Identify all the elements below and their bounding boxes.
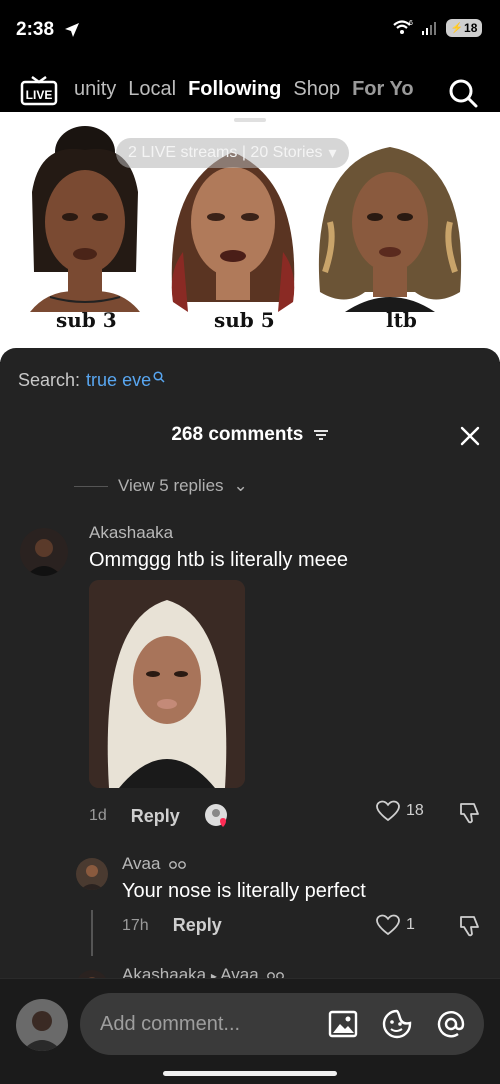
reply-button[interactable]: Reply [173, 915, 222, 936]
chevron-down-icon: ⌄ [233, 476, 248, 495]
location-arrow-icon [65, 23, 79, 37]
reply-username[interactable]: Akashaaka ▸ Avaa [122, 965, 285, 978]
live-streams-pill[interactable]: 2 LIVE streams | 20 Stories ▾ [116, 138, 349, 168]
comments-count: 268 comments [171, 424, 304, 445]
story-label-ltb: ltb [386, 308, 417, 332]
battery-indicator: ⚡ 18 [446, 19, 482, 37]
search-suggestion[interactable]: Search: true eve [18, 370, 165, 391]
reply-meta: 17h Reply [122, 915, 222, 936]
comments-sheet: Search: true eve 268 comments View 5 rep… [0, 348, 500, 978]
creator-liked-avatar-icon [204, 804, 227, 827]
battery-level: 18 [464, 21, 478, 35]
avatar[interactable] [20, 528, 68, 576]
reply-username[interactable]: Avaa [122, 854, 187, 874]
thread-line [91, 910, 93, 956]
view-replies-button[interactable]: View 5 replies ⌄ [74, 476, 248, 496]
like-button[interactable]: 18 [376, 800, 424, 822]
live-label: LIVE [26, 88, 53, 102]
comment-username[interactable]: Akashaaka [89, 523, 173, 543]
story-label-sub3: sub 3 [56, 308, 117, 332]
video-feed[interactable]: sub 3 sub 5 ltb 2 LIVE streams | 20 Stor… [0, 112, 500, 362]
dislike-icon[interactable] [457, 801, 481, 825]
status-time: 2:38 [16, 19, 55, 40]
comment-input-container[interactable] [80, 993, 484, 1055]
like-button[interactable]: 1 [376, 914, 415, 936]
comment-input[interactable] [100, 993, 320, 1055]
reply-arrow-icon: ▸ [210, 969, 221, 978]
reply-username-text: Avaa [122, 854, 161, 873]
comment-text: Ommggg htb is literally meee [89, 549, 348, 571]
friends-icon [267, 971, 285, 978]
comment-time: 1d [89, 807, 107, 824]
charging-bolt-icon: ⚡ [450, 22, 464, 34]
reply-text: Your nose is literally perfect [122, 880, 366, 902]
wifi-icon: 6 [393, 20, 413, 34]
search-icon[interactable] [448, 78, 478, 108]
reply-username-text: Akashaaka [122, 965, 207, 978]
heart-icon [376, 914, 400, 936]
comment-input-bar [0, 978, 500, 1084]
close-icon[interactable] [460, 426, 480, 446]
reply-to-username: Avaa [220, 965, 259, 978]
feed-tabs: unity Local Following Shop For Yo [74, 78, 434, 106]
dislike-icon[interactable] [457, 914, 481, 938]
emoji-sticker-icon[interactable] [382, 1009, 412, 1039]
sort-filter-icon[interactable] [313, 429, 329, 441]
view-replies-label: View 5 replies [118, 476, 224, 495]
comments-header: 268 comments [0, 424, 500, 446]
status-bar: 2:38 6 ⚡ 18 [0, 0, 500, 56]
wifi-badge: 6 [409, 20, 413, 27]
live-pill-label: 2 LIVE streams | 20 Stories [128, 144, 323, 161]
signal-icon [422, 22, 436, 35]
tab-local[interactable]: Local [128, 78, 176, 106]
reply-button[interactable]: Reply [131, 806, 180, 827]
avatar[interactable] [76, 858, 108, 890]
avatar[interactable] [76, 970, 108, 978]
attached-photo-image [89, 580, 245, 788]
search-small-icon [153, 370, 165, 383]
like-count: 1 [406, 916, 415, 933]
friends-icon [169, 860, 187, 869]
my-avatar [16, 999, 68, 1051]
home-indicator[interactable] [163, 1071, 337, 1076]
caret-down-icon: ▾ [328, 145, 337, 162]
comment-attached-photo[interactable] [89, 580, 245, 788]
tab-shop[interactable]: Shop [293, 78, 340, 106]
avatar-image [76, 858, 108, 890]
search-term-link[interactable]: true eve [86, 370, 151, 391]
top-nav: LIVE unity Local Following Shop For Yo [0, 56, 500, 112]
story-label-sub5: sub 5 [214, 308, 275, 332]
tab-for-you[interactable]: For Yo [352, 78, 413, 106]
search-label: Search: [18, 370, 81, 390]
mention-icon[interactable] [436, 1009, 466, 1039]
status-indicators: 6 ⚡ 18 [392, 19, 482, 37]
thread-divider [74, 485, 108, 487]
avatar-image [76, 970, 108, 978]
heart-icon [376, 800, 400, 822]
live-tv-icon[interactable]: LIVE [20, 76, 58, 106]
like-count: 18 [406, 802, 424, 819]
avatar-image [20, 528, 68, 576]
tab-following[interactable]: Following [188, 78, 281, 106]
comment-meta: 1d Reply [89, 803, 230, 829]
image-attach-icon[interactable] [328, 1009, 358, 1039]
reply-time: 17h [122, 916, 149, 934]
tab-community[interactable]: unity [74, 78, 116, 106]
my-avatar-image [16, 999, 68, 1051]
